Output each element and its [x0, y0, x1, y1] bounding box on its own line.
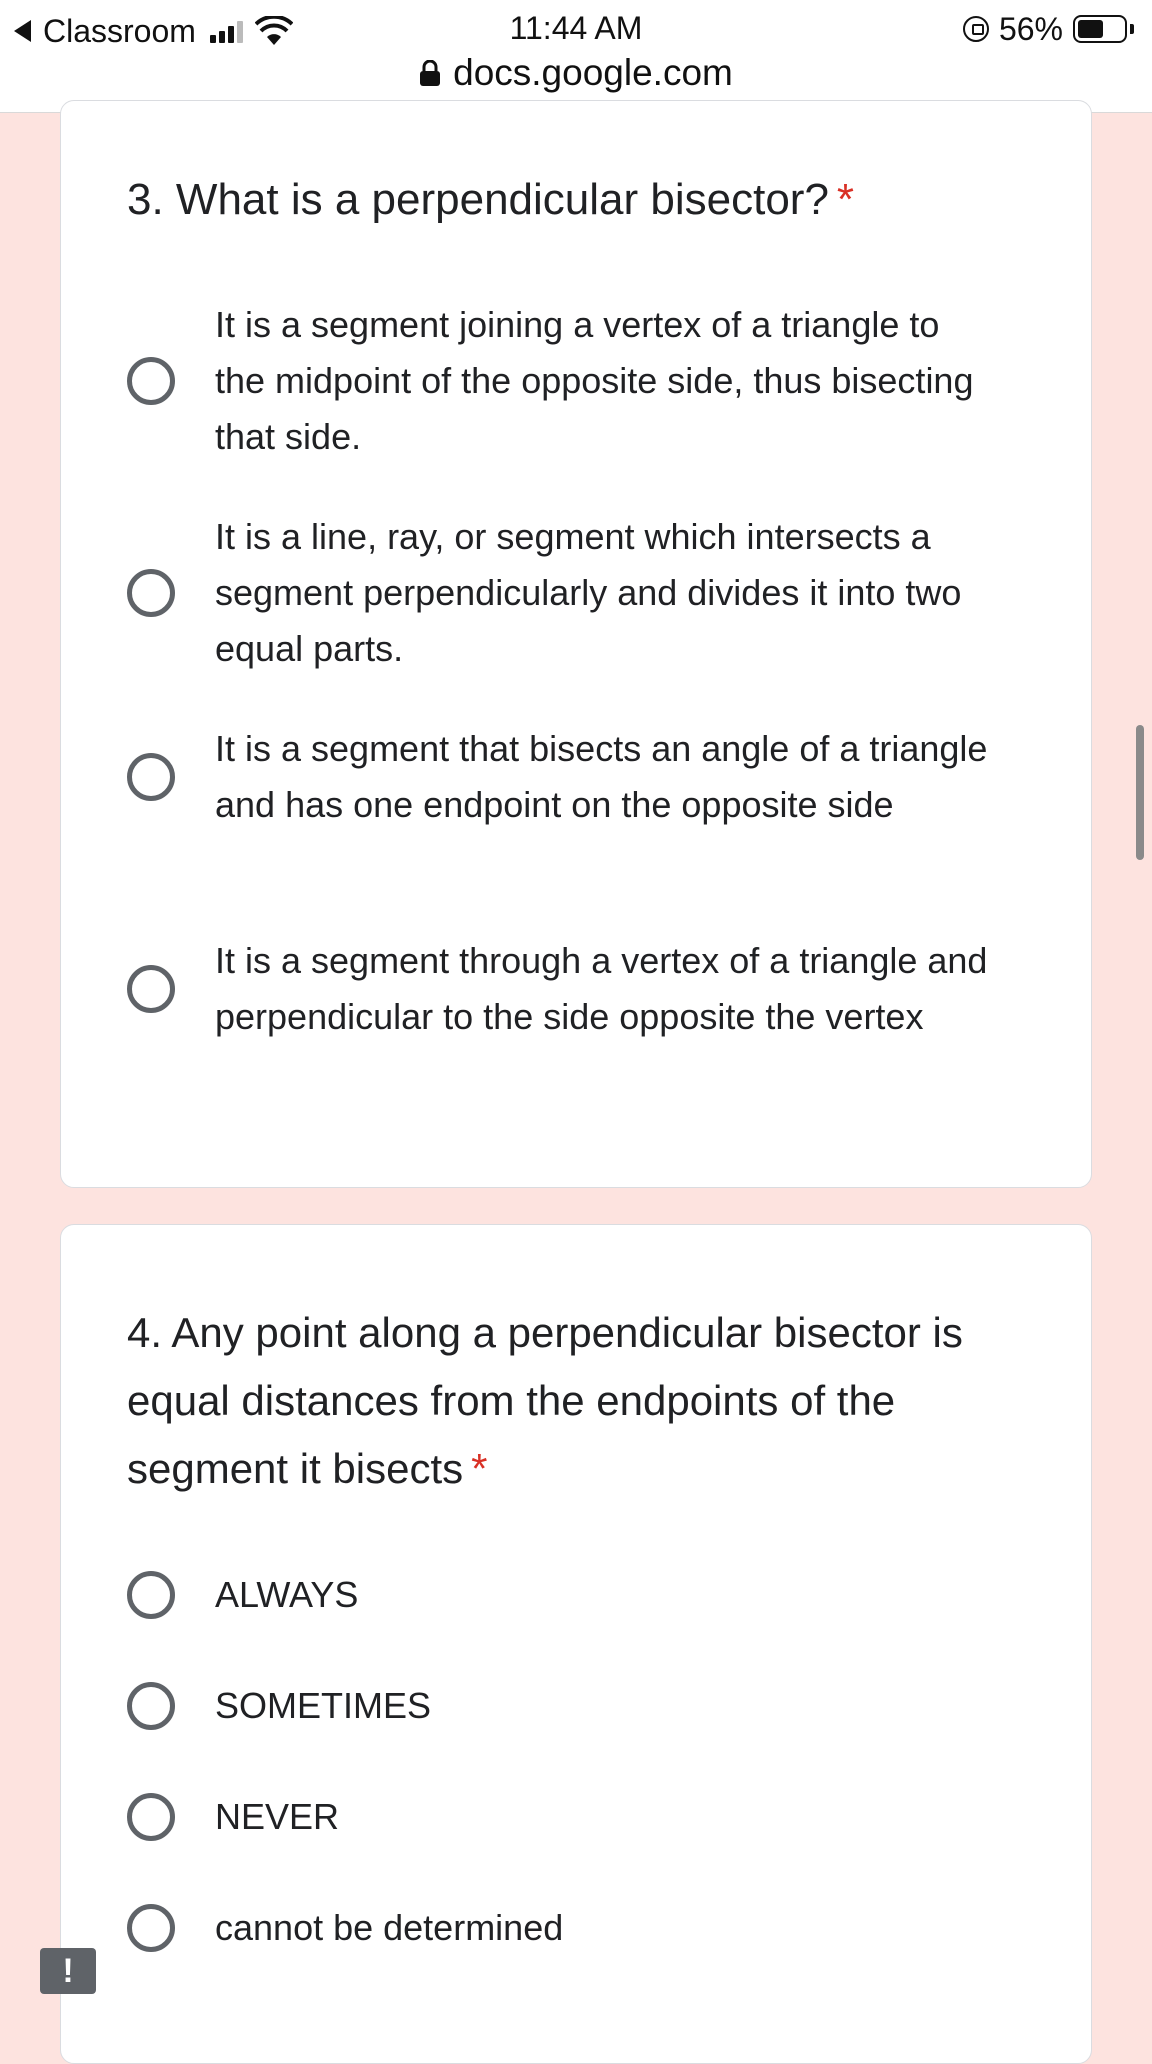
option-label: SOMETIMES [215, 1685, 432, 1726]
option-label: ALWAYS [215, 1574, 359, 1615]
url-text: docs.google.com [453, 52, 733, 93]
option-label: It is a segment joining a vertex of a tr… [215, 304, 974, 457]
radio-option[interactable]: It is a segment that bisects an angle of… [127, 721, 1027, 833]
battery-icon [1073, 15, 1127, 43]
status-bar: Classroom 11:44 AM docs.google.com 56% [0, 0, 1152, 113]
option-label: It is a segment that bisects an angle of… [215, 728, 988, 825]
question-card-3: 3. What is a perpendicular bisector? * It… [60, 100, 1092, 1188]
radio-button[interactable] [127, 1793, 175, 1841]
page-scrollbar[interactable] [1136, 725, 1144, 860]
question-text: 4. Any point along a perpendicular bisec… [127, 1309, 963, 1492]
option-label: cannot be determined [215, 1907, 564, 1948]
radio-button[interactable] [127, 1682, 175, 1730]
question-text: 3. What is a perpendicular bisector? [127, 175, 829, 224]
lock-icon [420, 60, 441, 86]
radio-option[interactable]: NEVER [127, 1789, 1027, 1845]
radio-button[interactable] [127, 965, 175, 1013]
question-card-4: 4. Any point along a perpendicular bisec… [60, 1224, 1092, 2064]
radio-button[interactable] [127, 357, 175, 405]
radio-button[interactable] [127, 1571, 175, 1619]
radio-option[interactable]: SOMETIMES [127, 1678, 1027, 1734]
radio-button[interactable] [127, 1904, 175, 1952]
question-title: 4. Any point along a perpendicular bisec… [127, 1299, 1027, 1503]
status-right: 56% [962, 10, 1134, 48]
radio-option[interactable]: It is a segment through a vertex of a tr… [127, 933, 1027, 1045]
battery-percent: 56% [998, 10, 1063, 47]
question-title: 3. What is a perpendicular bisector? * [127, 167, 1027, 233]
option-label: It is a segment through a vertex of a tr… [215, 940, 988, 1037]
option-label: NEVER [215, 1796, 340, 1837]
rotation-lock-icon [962, 16, 989, 42]
radio-option[interactable]: cannot be determined [127, 1900, 1027, 1956]
option-label: It is a line, ray, or segment which inte… [215, 516, 962, 669]
radio-button[interactable] [127, 569, 175, 617]
url-bar[interactable]: docs.google.com [0, 52, 1152, 94]
battery-cap [1130, 24, 1134, 34]
required-asterisk: * [836, 175, 855, 224]
radio-option[interactable]: It is a segment joining a vertex of a tr… [127, 297, 1027, 465]
required-asterisk: * [471, 1445, 488, 1492]
radio-button[interactable] [127, 753, 175, 801]
radio-option[interactable]: It is a line, ray, or segment which inte… [127, 509, 1027, 677]
radio-option[interactable]: ALWAYS [127, 1567, 1027, 1623]
feedback-button[interactable]: ! [40, 1948, 96, 1994]
